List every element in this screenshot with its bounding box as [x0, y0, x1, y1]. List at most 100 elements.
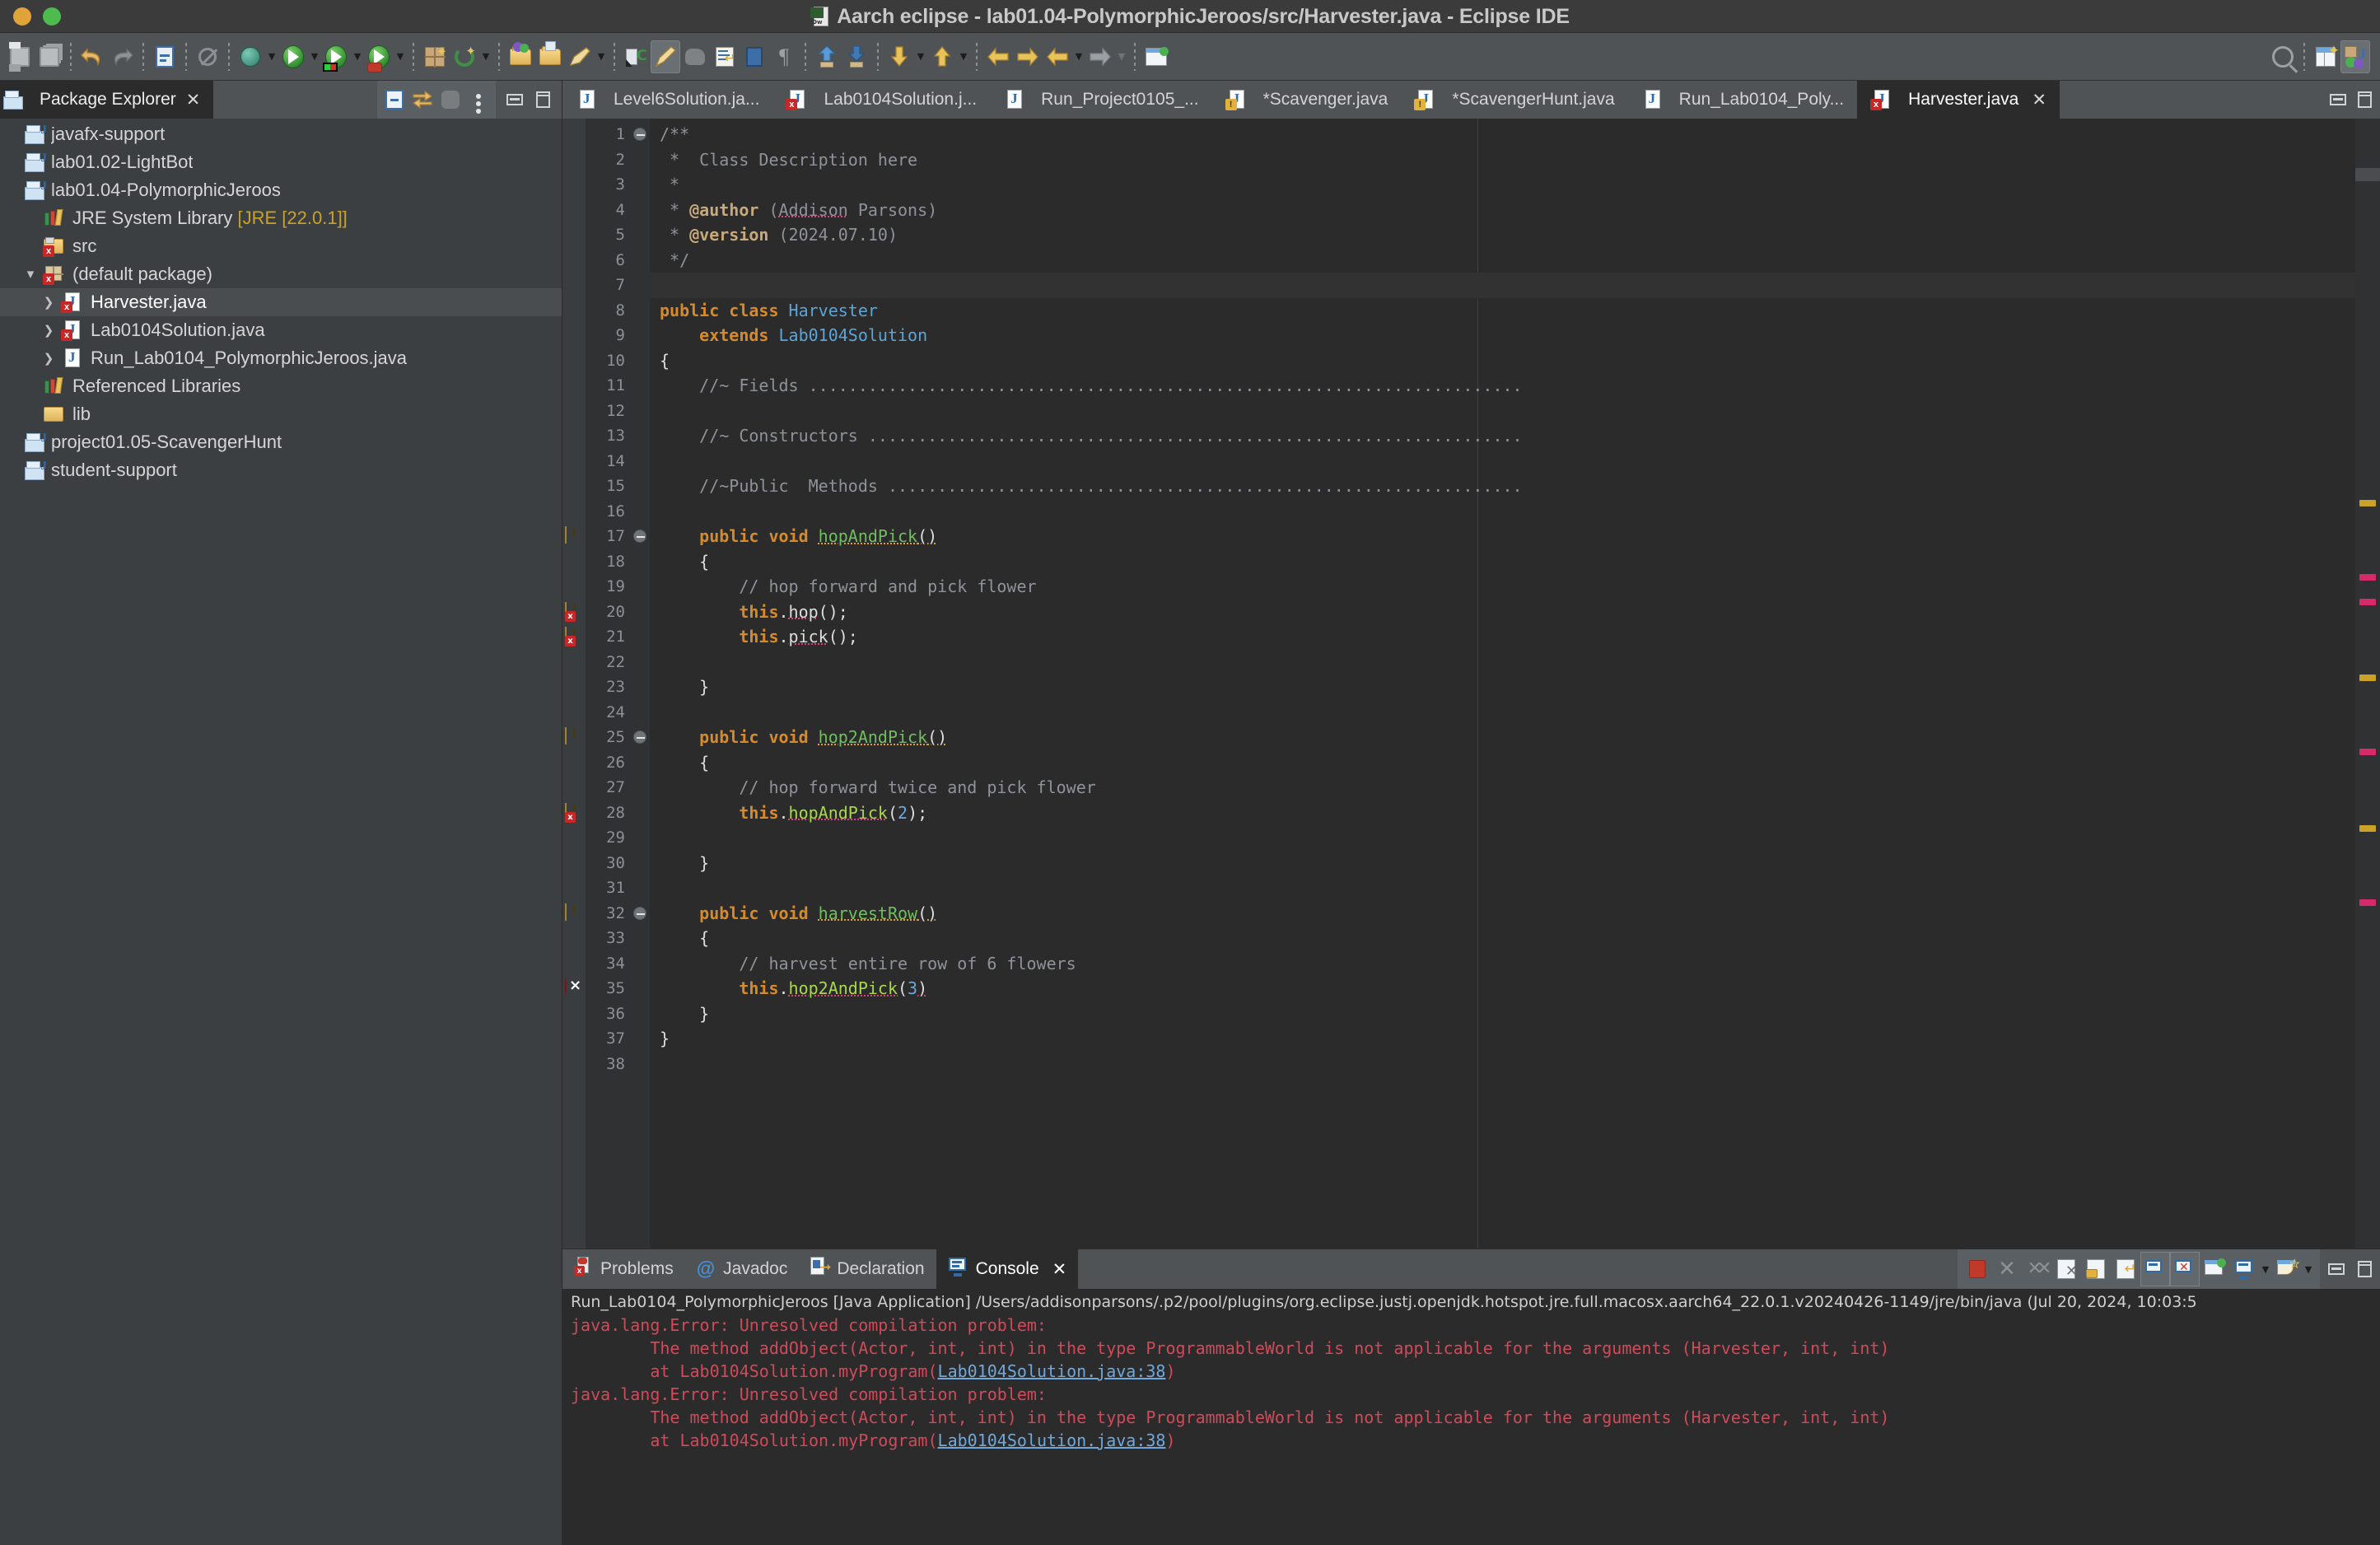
console-tab-console[interactable]: Console ✕ [936, 1249, 1079, 1289]
code-line[interactable]: /** [650, 122, 2355, 147]
tree-item-default-package[interactable]: x(default package) [0, 260, 562, 288]
maximize-editor-button[interactable] [2358, 91, 2372, 108]
code-line[interactable]: this.hopAndPick(2); [650, 801, 2355, 826]
yellow-down-arrow-icon[interactable] [884, 40, 914, 73]
tree-item-student-support[interactable]: Jstudent-support [0, 456, 562, 484]
error-marker-icon[interactable]: x [565, 627, 583, 646]
ruler-warning-mark[interactable] [2359, 674, 2376, 681]
console-tab-problems[interactable]: x Problems [562, 1249, 685, 1289]
show-console-on-output-button[interactable] [2140, 1252, 2170, 1286]
code-line[interactable]: this.pick(); [650, 624, 2355, 650]
search-icon[interactable] [2268, 40, 2298, 73]
chevron-right-icon[interactable] [36, 294, 61, 310]
close-icon[interactable]: ✕ [186, 90, 201, 110]
editor-tab-scavengerhunt-java[interactable]: J! *ScavengerHunt.java [1401, 81, 1627, 119]
back-arrow-star-icon[interactable] [983, 40, 1013, 73]
chevron-right-icon[interactable] [36, 322, 61, 338]
new-class-icon[interactable] [150, 40, 180, 73]
tree-item-lab01-02-lightbot[interactable]: Jlab01.02-LightBot [0, 148, 562, 176]
coverage-play-icon[interactable] [321, 40, 351, 73]
paintbrush-icon[interactable] [651, 40, 680, 73]
ruler-error-mark[interactable] [2359, 749, 2376, 755]
tree-item-harvester-java[interactable]: JxHarvester.java [0, 288, 562, 316]
open-console-button-dropdown-arrow-icon[interactable]: ▼ [2302, 1253, 2315, 1286]
code-line[interactable]: public void hopAndPick() [650, 524, 2355, 549]
code-line[interactable]: extends Lab0104Solution [650, 323, 2355, 348]
console-output[interactable]: Run_Lab0104_PolymorphicJeroos [Java Appl… [562, 1289, 2380, 1545]
forward-dropdown-arrow-icon[interactable]: ▼ [1115, 40, 1128, 73]
display-selected-console-button-dropdown-arrow-icon[interactable]: ▼ [2259, 1253, 2272, 1286]
minimize-console-button[interactable] [2328, 1263, 2345, 1275]
warning-marker-icon[interactable] [565, 526, 583, 545]
ruler-error-mark[interactable] [2359, 599, 2376, 605]
forward-arrow-star-icon[interactable] [1013, 40, 1043, 73]
code-line[interactable]: // hop forward and pick flower [650, 574, 2355, 600]
code-line[interactable] [650, 499, 2355, 525]
tree-item-lab01-04-polymorphicjeroos[interactable]: Jlab01.04-PolymorphicJeroos [0, 176, 562, 204]
editor-tab-run-lab0104-poly[interactable]: J Run_Lab0104_Poly... [1628, 81, 1857, 119]
ruler-warning-mark[interactable] [2359, 825, 2376, 832]
save-all-button[interactable] [35, 40, 64, 73]
code-line[interactable]: public void hop2AndPick() [650, 725, 2355, 750]
down-arrow-box-icon[interactable] [842, 40, 871, 73]
fold-collapse-icon[interactable] [633, 906, 646, 920]
project-tree[interactable]: Jjavafx-support Jlab01.02-LightBot Jlab01.… [0, 119, 562, 1545]
code-line[interactable]: { [650, 348, 2355, 374]
minimize-window-button[interactable] [13, 7, 31, 26]
open-perspective-icon[interactable]: ✦ [2311, 40, 2340, 73]
up-arrow-box-icon[interactable] [812, 40, 842, 73]
back-dropdown-arrow-icon[interactable]: ▼ [1072, 40, 1085, 73]
junit-icon[interactable]: C [621, 40, 651, 73]
code-line[interactable]: * [650, 172, 2355, 198]
editor-marker-gutter[interactable]: xxx [562, 119, 586, 1249]
pin-console-button[interactable] [2200, 1252, 2229, 1286]
yellow-up-arrow-icon[interactable] [927, 40, 957, 73]
maximize-window-button[interactable] [43, 7, 61, 26]
fold-collapse-icon[interactable] [633, 128, 646, 141]
code-line[interactable] [650, 273, 2355, 298]
display-selected-console-button[interactable] [2229, 1252, 2259, 1286]
editor-tab-run-project0105[interactable]: J Run_Project0105_... [990, 81, 1211, 119]
overview-ruler[interactable] [2355, 119, 2380, 1249]
code-line[interactable]: * Class Description here [650, 147, 2355, 173]
collapse-all-icon[interactable] [380, 83, 408, 116]
code-line[interactable]: public class Harvester [650, 298, 2355, 324]
code-line[interactable]: //~ Constructors .......................… [650, 423, 2355, 449]
warning-marker-icon[interactable] [565, 903, 583, 922]
code-line[interactable] [650, 449, 2355, 474]
save-button[interactable] [5, 40, 35, 73]
editor-tab-scavenger-java[interactable]: J! *Scavenger.java [1212, 81, 1402, 119]
minimize-editor-button[interactable] [2330, 94, 2346, 105]
code-line[interactable]: // hop forward twice and pick flower [650, 775, 2355, 801]
search-dropdown-arrow-icon[interactable]: ▼ [595, 40, 608, 73]
coverage-dropdown-arrow-icon[interactable]: ▼ [351, 40, 364, 73]
warning-marker-icon[interactable] [565, 727, 583, 746]
tree-item-lib[interactable]: lib [0, 400, 562, 428]
refresh-dropdown-arrow-icon[interactable]: ▼ [479, 40, 492, 73]
close-icon[interactable]: ✕ [1052, 1259, 1067, 1280]
code-line[interactable] [650, 1052, 2355, 1077]
console-tab-javadoc[interactable]: @ Javadoc [685, 1249, 800, 1289]
tree-item-run-lab0104-polymorphicjeroos-java[interactable]: JRun_Lab0104_PolymorphicJeroos.java [0, 344, 562, 372]
editor-tab-level6solution-ja[interactable]: J Level6Solution.ja... [562, 81, 772, 119]
tree-item-jre-system-library[interactable]: JRE System Library [JRE [22.0.1]] [0, 204, 562, 232]
kebab-menu-icon[interactable] [464, 83, 492, 116]
open-console-button[interactable]: ✮ [2272, 1252, 2302, 1286]
stack-trace-link[interactable]: Lab0104Solution.java:38 [938, 1431, 1166, 1450]
minimize-view-button[interactable] [501, 83, 529, 116]
stack-trace-link[interactable]: Lab0104Solution.java:38 [938, 1361, 1166, 1381]
editor-tab-row[interactable]: J Level6Solution.ja... Jx Lab0104Solution.j… [562, 81, 2380, 119]
code-line[interactable] [650, 875, 2355, 901]
code-line[interactable]: this.hop2AndPick(3) [650, 976, 2355, 1001]
code-text-area[interactable]: /** * Class Description here * * @author… [650, 119, 2355, 1249]
remove-launch-button[interactable]: ✕ [1992, 1252, 2022, 1286]
tree-item-javafx-support[interactable]: Jjavafx-support [0, 120, 562, 148]
code-line[interactable]: { [650, 926, 2355, 951]
mark-occurrences-icon[interactable]: ↵ [710, 40, 740, 73]
console-tab-row[interactable]: x Problems @ Javadoc ➞ Declaration Console ✕ ✕ ✕✕… [562, 1249, 2380, 1289]
tree-item-lab0104solution-java[interactable]: JxLab0104Solution.java [0, 316, 562, 344]
pilcrow-icon[interactable]: ¶ [769, 40, 799, 73]
code-line[interactable]: //~ Fields .............................… [650, 373, 2355, 399]
maximize-view-button[interactable] [529, 83, 557, 116]
focus-task-icon[interactable] [436, 83, 464, 116]
